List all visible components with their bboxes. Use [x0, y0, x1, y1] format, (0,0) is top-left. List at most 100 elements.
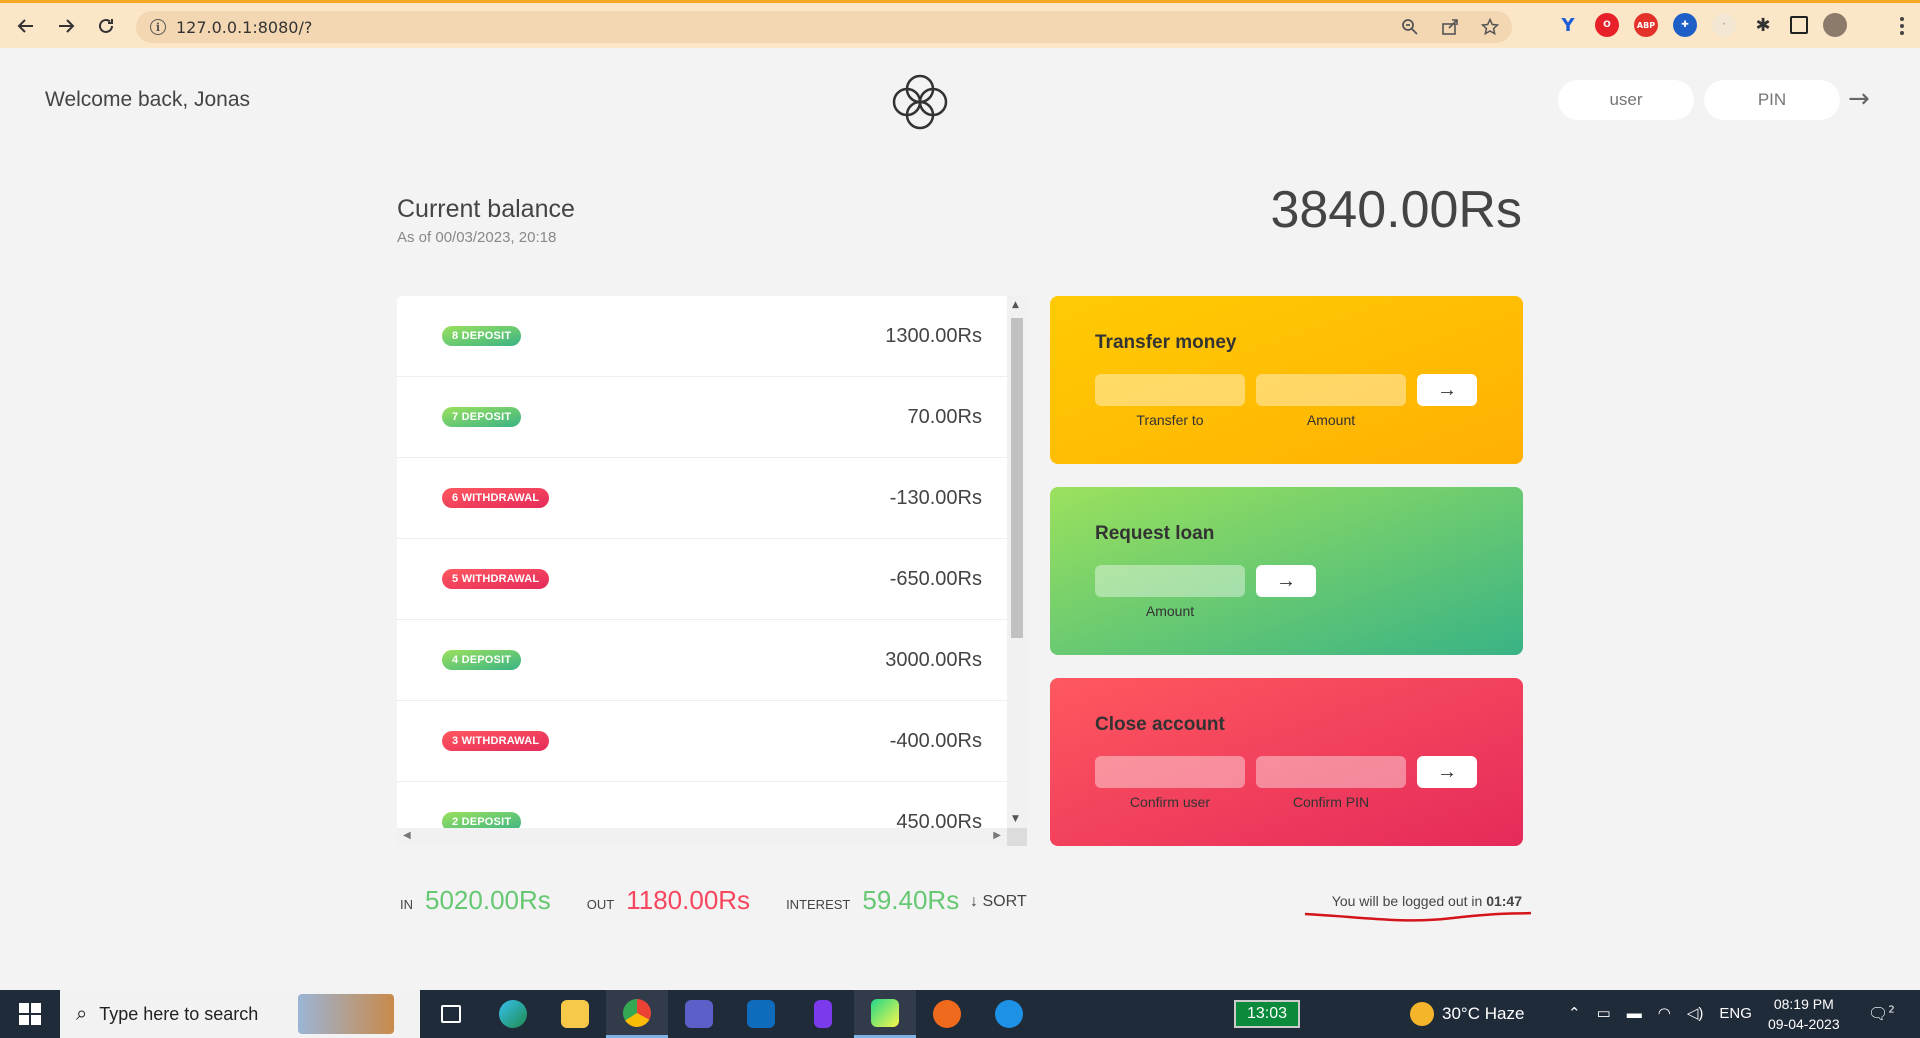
loan-submit-button[interactable]: →	[1256, 565, 1316, 597]
summary-in-value: 5020.00Rs	[425, 885, 551, 915]
login-user-input[interactable]	[1558, 80, 1694, 120]
weather-widget[interactable]: 30°C Haze	[1410, 1002, 1524, 1026]
movements-list[interactable]: 8 DEPOSIT 1300.00Rs 7 DEPOSIT 70.00Rs 6 …	[397, 296, 1027, 846]
movement-value: 70.00Rs	[907, 405, 983, 428]
taskbar-clock[interactable]: 08:19 PM 09-04-2023	[1768, 994, 1840, 1034]
task-view-icon[interactable]	[420, 990, 482, 1038]
welcome-message: Welcome back, Jonas	[45, 88, 251, 111]
login-button[interactable]: →	[1848, 84, 1870, 114]
transfer-amount-input[interactable]	[1256, 374, 1406, 406]
forward-icon[interactable]	[46, 6, 86, 46]
loan-panel: Request loan Amount →	[1050, 487, 1523, 655]
confirm-pin-input[interactable]	[1256, 756, 1406, 788]
scroll-left-icon[interactable]: ◀	[403, 830, 411, 841]
summary-out-label: Out	[586, 897, 615, 912]
red-underline-annotation	[1304, 911, 1532, 922]
docker-icon[interactable]	[978, 990, 1040, 1038]
logout-timer-value: 01:47	[1486, 893, 1522, 909]
windows-start-icon[interactable]	[0, 990, 60, 1038]
summary-bar: In 5020.00Rs Out 1180.00Rs Interest 59.4…	[400, 885, 995, 916]
tray-chevron-icon[interactable]: ⌃	[1568, 1004, 1581, 1022]
balance-label: Current balance	[397, 195, 575, 223]
sort-button[interactable]: ↓ SORT	[970, 893, 1027, 911]
extension-opera-icon[interactable]: O	[1595, 13, 1619, 37]
zoom-icon[interactable]	[1400, 17, 1420, 37]
transfer-submit-button[interactable]: →	[1417, 374, 1477, 406]
volume-icon[interactable]: ◁)	[1687, 1004, 1704, 1022]
movement-value: 1300.00Rs	[885, 324, 982, 347]
logout-timer-text: You will be logged out in	[1331, 893, 1487, 909]
summary-interest-label: Interest	[786, 897, 851, 912]
movement-row: 7 DEPOSIT 70.00Rs	[397, 377, 1027, 458]
loan-amount-label: Amount	[1145, 603, 1195, 619]
confirm-user-input[interactable]	[1095, 756, 1245, 788]
movement-value: -400.00Rs	[889, 729, 982, 752]
battery-icon[interactable]: ▬	[1627, 1005, 1642, 1022]
movement-row: 4 DEPOSIT 3000.00Rs	[397, 620, 1027, 701]
taskbar-time: 08:19 PM	[1773, 996, 1834, 1012]
extension-ghost-icon[interactable]: ·	[1712, 13, 1736, 37]
transfer-amount-label: Amount	[1306, 412, 1356, 428]
extension-v-icon[interactable]: Y	[1556, 13, 1580, 37]
wifi-icon[interactable]: ◠	[1658, 1004, 1671, 1022]
address-bar[interactable]: i 127.0.0.1:8080/?	[136, 11, 1512, 43]
reload-icon[interactable]	[86, 6, 126, 46]
movement-type-badge: 3 WITHDRAWAL	[442, 731, 550, 751]
loan-amount-input[interactable]	[1095, 565, 1245, 597]
transfer-title: Transfer money	[1095, 332, 1237, 353]
taskbar-search[interactable]: ⌕ Type here to search	[60, 990, 420, 1038]
scroll-up-icon[interactable]: ▲	[1012, 300, 1019, 310]
movements-vertical-scrollbar[interactable]: ▲ ▼	[1007, 296, 1027, 828]
side-panel-icon[interactable]	[1790, 16, 1808, 34]
language-indicator[interactable]: ENG	[1719, 1005, 1752, 1022]
obsidian-icon[interactable]	[792, 990, 854, 1038]
search-highlight-image	[298, 994, 395, 1034]
extensions-puzzle-icon[interactable]: ✱	[1751, 13, 1775, 37]
weather-text: 30°C Haze	[1442, 1004, 1525, 1023]
share-icon[interactable]	[1440, 17, 1460, 37]
movement-type-badge: 6 WITHDRAWAL	[442, 488, 550, 508]
url-text: 127.0.0.1:8080/?	[176, 17, 313, 37]
movement-value: -130.00Rs	[889, 486, 982, 509]
summary-out-value: 1180.00Rs	[626, 885, 751, 915]
browser-toolbar: i 127.0.0.1:8080/? Y O ABP ✚ · ✱	[0, 0, 1920, 48]
scroll-right-icon[interactable]: ▶	[993, 830, 1001, 841]
file-explorer-icon[interactable]	[544, 990, 606, 1038]
pycharm-icon[interactable]	[854, 990, 916, 1038]
movement-row: 3 WITHDRAWAL -400.00Rs	[397, 701, 1027, 782]
confirm-pin-label: Confirm PIN	[1292, 794, 1370, 810]
site-info-icon[interactable]: i	[150, 19, 166, 35]
transfer-to-input[interactable]	[1095, 374, 1245, 406]
edge-icon[interactable]	[482, 990, 544, 1038]
summary-in-label: In	[400, 897, 413, 912]
balance-value: 3840.00Rs	[1270, 181, 1522, 239]
scroll-down-icon[interactable]: ▼	[1012, 814, 1019, 824]
movement-type-badge: 5 WITHDRAWAL	[442, 569, 550, 589]
taskbar-date: 09-04-2023	[1768, 1016, 1840, 1032]
notification-center-icon[interactable]: 🗨2	[1868, 1004, 1895, 1023]
back-icon[interactable]	[6, 6, 46, 46]
search-icon: ⌕	[76, 1002, 88, 1025]
login-pin-input[interactable]	[1704, 80, 1840, 120]
meet-now-icon[interactable]: ▭	[1597, 1004, 1611, 1022]
weather-icon	[1410, 1002, 1434, 1026]
balance-date: As of 00/03/2023, 20:18	[397, 229, 557, 246]
outlook-icon[interactable]	[730, 990, 792, 1038]
summary-interest-value: 59.40Rs	[862, 885, 960, 915]
close-account-submit-button[interactable]: →	[1417, 756, 1477, 788]
chrome-icon[interactable]	[606, 990, 668, 1038]
scrollbar-thumb[interactable]	[1011, 318, 1023, 638]
teams-icon[interactable]	[668, 990, 730, 1038]
extension-blue-icon[interactable]: ✚	[1673, 13, 1697, 37]
logout-timer: You will be logged out in 01:47	[1332, 893, 1522, 909]
movements-horizontal-scrollbar[interactable]: ◀ ▶	[397, 828, 1007, 846]
transfer-to-label: Transfer to	[1136, 412, 1204, 428]
orange-app-icon[interactable]	[916, 990, 978, 1038]
profile-avatar[interactable]	[1823, 13, 1847, 37]
loan-title: Request loan	[1095, 523, 1215, 544]
close-account-panel: Close account Confirm user Confirm PIN →	[1050, 678, 1523, 846]
clock-widget[interactable]: 13:03	[1234, 1000, 1300, 1028]
adblock-icon[interactable]: ABP	[1634, 13, 1658, 37]
browser-menu-icon[interactable]	[1900, 17, 1906, 35]
bookmark-star-icon[interactable]	[1480, 17, 1500, 37]
